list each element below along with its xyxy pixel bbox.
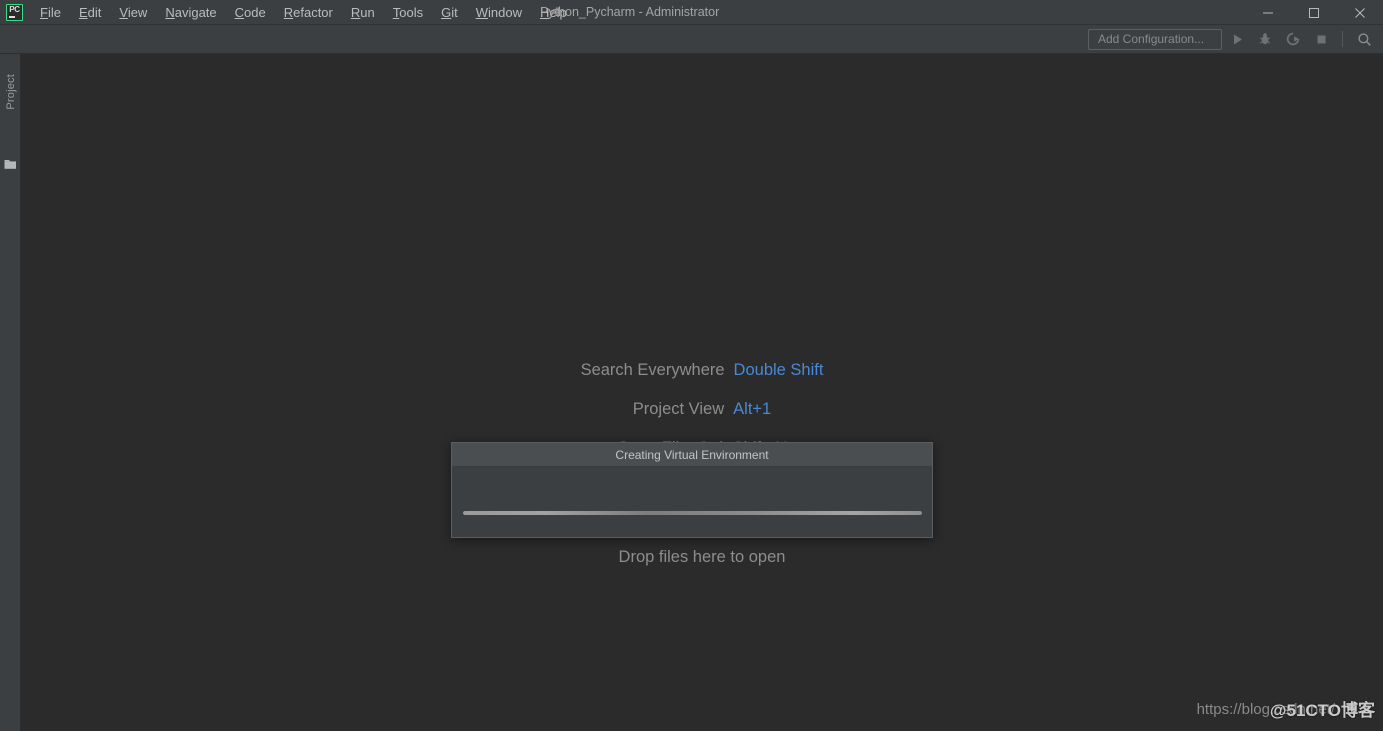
left-tool-stripe: Project [0,54,21,731]
menu-item-code[interactable]: Code [226,0,275,25]
creating-virtual-environment-dialog: Creating Virtual Environment [451,442,933,538]
menu-item-file-rest: ile [47,4,61,20]
close-button[interactable] [1337,0,1383,25]
editor-empty-area: Search Everywhere Double Shift Project V… [21,54,1383,731]
run-coverage-button[interactable] [1280,27,1306,51]
dialog-title: Creating Virtual Environment [452,443,932,467]
menu-item-run[interactable]: Run [342,0,384,25]
add-configuration-button[interactable]: Add Configuration... [1088,28,1222,50]
hint-label-project-view: Project View [632,400,725,418]
menu-item-navigate-rest: avigate [174,4,217,20]
dialog-body [452,467,932,537]
stop-icon [1317,35,1325,43]
main-toolbar: Add Configuration... [0,25,1383,54]
hint-label-search-everywhere: Search Everywhere [580,361,725,379]
window-controls [1245,0,1383,25]
menu-item-refactor-rest: efactor [293,4,333,20]
menu-item-window[interactable]: Window [467,0,531,25]
search-button[interactable] [1351,27,1377,51]
progress-bar [463,511,922,515]
progress-bar-fill [463,511,922,515]
minimize-button[interactable] [1245,0,1291,25]
titlebar: PC File Edit View Navigate Code Refactor… [0,0,1383,25]
menu-item-view[interactable]: View [110,0,156,25]
window-title: Python_Pycharm - Administrator [540,4,720,19]
menu-item-edit-rest: dit [87,4,102,20]
menu-item-code-rest: ode [244,4,266,20]
hint-row-project-view: Project View Alt+1 [21,390,1383,429]
minimize-icon [1263,12,1273,13]
folder-icon[interactable] [4,157,18,169]
menubar: File Edit View Navigate Code Refactor Ru… [31,0,576,25]
debug-button[interactable] [1252,27,1278,51]
hint-row-search-everywhere: Search Everywhere Double Shift [21,351,1383,390]
drop-files-text: Drop files here to open [618,548,786,566]
maximize-icon [1309,7,1319,18]
menu-item-edit[interactable]: Edit [70,0,110,25]
menu-item-file[interactable]: File [31,0,70,25]
pycharm-window: PC File Edit View Navigate Code Refactor… [0,0,1383,731]
menu-item-git-rest: it [451,4,458,20]
pycharm-logo-bar [9,15,15,18]
menu-item-window-rest: indow [488,4,522,20]
menu-item-run-rest: un [360,4,375,20]
sidebar-item-project-label: Project [4,74,17,110]
menu-item-refactor[interactable]: Refactor [275,0,342,25]
watermark-51cto: @51CTO博客 [1269,701,1375,720]
run-button[interactable] [1224,27,1250,51]
menu-item-tools[interactable]: Tools [384,0,432,25]
sidebar-item-project[interactable]: Project [0,62,21,122]
stop-button[interactable] [1308,27,1334,51]
folder-icon-glyph [4,160,16,169]
bug-icon [1259,33,1271,45]
play-icon [1233,34,1242,44]
menu-item-git[interactable]: Git [432,0,467,25]
menu-item-navigate[interactable]: Navigate [156,0,225,25]
menu-item-tools-rest: ools [399,4,424,20]
hint-key-project-view: Alt+1 [733,400,772,418]
pycharm-logo-icon: PC [6,3,23,21]
run-coverage-icon [1286,32,1300,46]
hint-key-search-everywhere: Double Shift [733,361,824,379]
search-icon [1357,32,1371,46]
add-configuration-label: Add Configuration... [1098,32,1205,46]
close-icon [1355,7,1365,18]
menu-item-view-rest: iew [127,4,148,20]
maximize-button[interactable] [1291,0,1337,25]
toolbar-separator [1342,31,1343,47]
pycharm-logo-text: PC [9,4,20,14]
